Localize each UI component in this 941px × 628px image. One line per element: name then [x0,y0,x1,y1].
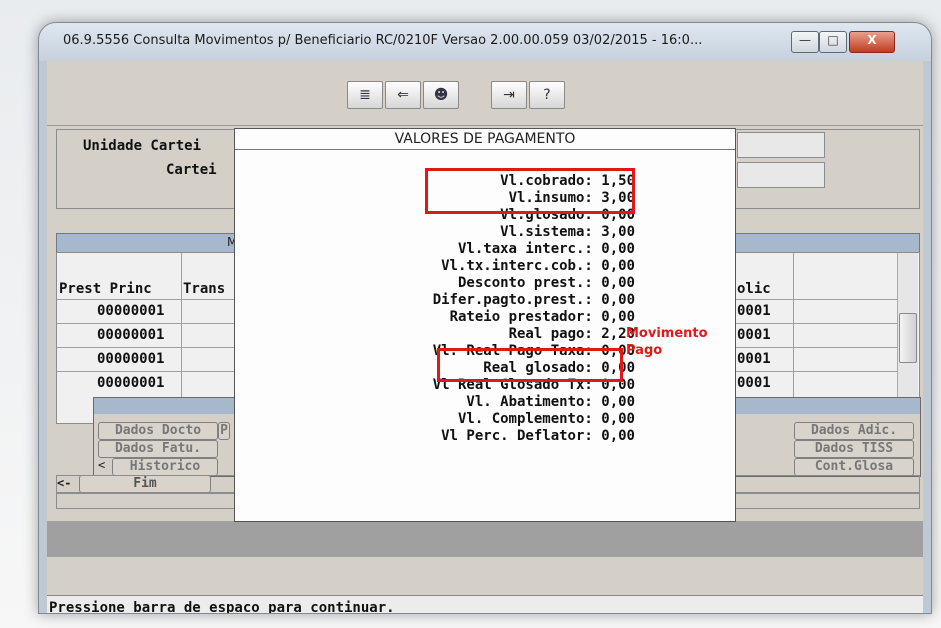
cont-glosa-button[interactable]: Cont.Glosa [794,458,914,476]
highlight-box-real-pago [437,348,623,382]
vl-complemento: Vl. Complemento: 0,00 [457,411,635,427]
historico-button[interactable]: Historico [112,458,218,476]
window-title: 06.9.5556 Consulta Movimentos p/ Benefic… [63,33,703,48]
maximize-button[interactable]: □ [819,31,847,53]
grid-scroll-thumb[interactable] [899,313,917,363]
close-icon: X [867,33,877,47]
dados-tiss-button[interactable]: Dados TISS [794,440,914,458]
toolbar-divider [47,125,923,126]
minimize-icon: — [799,33,811,47]
desconto-prest: Desconto prest.: 0,00 [457,275,635,291]
table-cell[interactable]: 0001 [737,375,771,391]
table-row[interactable]: 00000001 [97,327,164,343]
vl-perc-deflator: Vl Perc. Deflator: 0,00 [441,428,635,444]
minimize-button[interactable]: — [791,31,819,53]
vl-tx-interc-cob: Vl.tx.interc.cob.: 0,00 [441,258,635,274]
person-icon[interactable]: ☻ [423,81,459,109]
scroll-left-icon[interactable]: < [98,458,105,472]
highlight-box-cobrado-insumo [425,168,635,214]
carteira-field[interactable] [737,162,825,188]
list-back-icon[interactable]: ⇐ [385,81,421,109]
rateio-prestador: Rateio prestador: 0,00 [449,309,635,325]
title-bar: 06.9.5556 Consulta Movimentos p/ Benefic… [39,23,931,61]
status-bar: Pressione barra de espaco para continuar… [47,595,923,614]
dialog-title: VALORES DE PAGAMENTO [235,129,735,150]
table-cell[interactable]: 0001 [737,303,771,319]
difer-pagto-prest: Difer.pagto.prest.: 0,00 [432,292,635,308]
table-cell[interactable]: 0001 [737,327,771,343]
annotation-movimento: Movimento [626,326,708,341]
dados-docto-button[interactable]: Dados Docto [98,422,218,440]
unidade-field[interactable] [737,132,825,158]
col-trans: Trans [183,281,226,297]
dados-adic-button[interactable]: Dados Adic. [794,422,914,440]
status-text: Pressione barra de espaco para continuar… [49,600,395,614]
vl-sistema: Vl.sistema: 3,00 [500,224,635,240]
carteira-label: Cartei [166,162,217,178]
dados-fatu-button[interactable]: Dados Fatu. [98,440,218,458]
list-icon[interactable]: ≣ [347,81,383,109]
table-row[interactable]: 00000001 [97,375,164,391]
table-row[interactable]: 00000001 [97,351,164,367]
partial-button[interactable]: P [218,422,230,440]
col-prest-princ: Prest Princ [59,281,152,297]
table-row[interactable]: 00000001 [97,303,164,319]
real-pago: Real pago: 2,20 [508,326,635,342]
table-cell[interactable]: 0001 [737,351,771,367]
vl-abatimento: Vl. Abatimento: 0,00 [466,394,635,410]
close-button[interactable]: X [849,31,895,53]
unidade-label: Unidade Cartei [83,138,202,154]
help-icon[interactable]: ? [529,81,565,109]
col-olic: olic [737,281,771,297]
vl-taxa-interc: Vl.taxa interc.: 0,00 [457,241,635,257]
message-area [47,521,923,557]
toolbar: ≣ ⇐ ☻ ⇥ ? [47,61,923,121]
annotation-pago: Pago [626,343,663,358]
exit-door-icon[interactable]: ⇥ [491,81,527,109]
maximize-icon: □ [827,33,839,47]
